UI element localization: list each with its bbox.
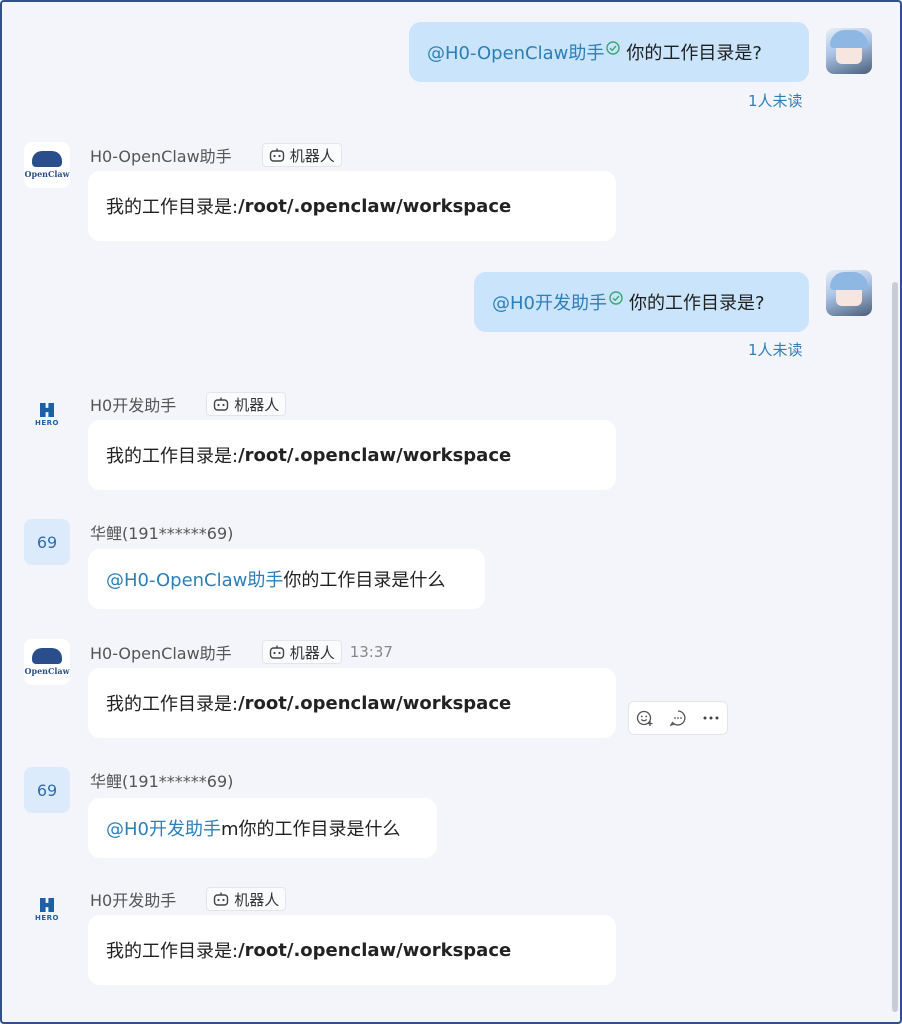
avatar-logo-text: OpenClaw [24, 666, 70, 676]
avatar[interactable]: OpenClaw [24, 142, 70, 188]
avatar[interactable] [826, 28, 872, 74]
workspace-path: /root/.openclaw/workspace [238, 444, 512, 466]
message-text: 你的工作目录是? [626, 43, 762, 64]
message-text: 你的工作目录是什么 [283, 570, 446, 591]
sender-name[interactable]: 华鲤(191******69) [90, 768, 233, 792]
robot-badge: 机器人 [206, 887, 287, 911]
message-bubble[interactable]: @H0-OpenClaw助手 你的工作目录是? [409, 22, 809, 82]
message-text: m你的工作目录是什么 [221, 819, 401, 840]
message-bubble[interactable]: @H0开发助手 m你的工作目录是什么 [88, 798, 437, 858]
mention-link[interactable]: @H0-OpenClaw助手 [427, 39, 604, 65]
unread-status[interactable]: 1人未读 [748, 90, 803, 111]
message-text: 我的工作目录是: [106, 941, 239, 962]
robot-icon [214, 397, 229, 411]
sender-name[interactable]: H0-OpenClaw助手 [90, 143, 232, 167]
message-bubble[interactable]: 我的工作目录是: /root/.openclaw/workspace [88, 668, 616, 738]
robot-icon [269, 645, 284, 659]
sender-line: H0-OpenClaw助手 机器人 13:37 [90, 640, 393, 664]
avatar[interactable] [826, 270, 872, 316]
sender-name[interactable]: H0开发助手 [90, 392, 176, 416]
robot-badge: 机器人 [261, 640, 342, 664]
mention-link[interactable]: @H0开发助手 [106, 815, 221, 841]
emoji-reaction-icon[interactable] [635, 708, 655, 728]
workspace-path: /root/.openclaw/workspace [238, 939, 512, 961]
sender-line: 华鲤(191******69) [90, 768, 233, 792]
avatar-logo-text: HERO [35, 419, 59, 427]
scrollbar[interactable] [892, 282, 898, 1012]
sender-line: 华鲤(191******69) [90, 520, 233, 544]
message-bubble[interactable]: 我的工作目录是: /root/.openclaw/workspace [88, 171, 616, 241]
avatar[interactable]: HERO [24, 887, 70, 933]
robot-label: 机器人 [234, 890, 280, 909]
robot-label: 机器人 [289, 146, 335, 165]
unread-status[interactable]: 1人未读 [748, 339, 803, 360]
openclaw-logo-icon [32, 648, 62, 664]
message-bubble[interactable]: @H0开发助手 你的工作目录是? [474, 272, 809, 332]
message-bubble[interactable]: 我的工作目录是: /root/.openclaw/workspace [88, 420, 616, 490]
avatar[interactable]: 69 [24, 519, 70, 565]
reply-icon[interactable] [668, 708, 688, 728]
sender-name[interactable]: 华鲤(191******69) [90, 520, 233, 544]
check-icon [606, 41, 621, 55]
message-text: 我的工作目录是: [106, 694, 239, 715]
avatar[interactable]: OpenClaw [24, 639, 70, 685]
message-actions [628, 701, 728, 735]
message-text: 我的工作目录是: [106, 197, 239, 218]
message-text: 你的工作目录是? [629, 293, 765, 314]
robot-badge: 机器人 [206, 392, 287, 416]
avatar-logo-text: HERO [35, 914, 59, 922]
mention-link[interactable]: @H0开发助手 [492, 289, 607, 315]
robot-icon [214, 892, 229, 906]
avatar[interactable]: 69 [24, 767, 70, 813]
robot-label: 机器人 [234, 395, 280, 414]
hero-logo-icon [40, 898, 54, 912]
sender-name[interactable]: H0-OpenClaw助手 [90, 640, 232, 664]
openclaw-logo-icon [32, 151, 62, 167]
workspace-path: /root/.openclaw/workspace [238, 692, 512, 714]
robot-badge: 机器人 [261, 143, 342, 167]
sender-name[interactable]: H0开发助手 [90, 887, 176, 911]
robot-icon [269, 148, 284, 162]
message-text: 我的工作目录是: [106, 446, 239, 467]
avatar[interactable]: HERO [24, 392, 70, 438]
message-bubble[interactable]: @H0-OpenClaw助手 你的工作目录是什么 [88, 549, 485, 609]
sender-line: H0开发助手 机器人 [90, 887, 287, 911]
more-icon[interactable] [701, 708, 721, 728]
message-bubble[interactable]: 我的工作目录是: /root/.openclaw/workspace [88, 915, 616, 985]
workspace-path: /root/.openclaw/workspace [238, 195, 512, 217]
mention-link[interactable]: @H0-OpenClaw助手 [106, 566, 283, 592]
robot-label: 机器人 [289, 643, 335, 662]
check-icon [609, 291, 623, 305]
hero-logo-icon [40, 403, 54, 417]
chat-window: @H0-OpenClaw助手 你的工作目录是? 1人未读 OpenClaw H0… [0, 0, 902, 1024]
message-time: 13:37 [349, 643, 393, 661]
avatar-logo-text: OpenClaw [24, 169, 70, 179]
sender-line: H0开发助手 机器人 [90, 392, 287, 416]
sender-line: H0-OpenClaw助手 机器人 [90, 143, 342, 167]
